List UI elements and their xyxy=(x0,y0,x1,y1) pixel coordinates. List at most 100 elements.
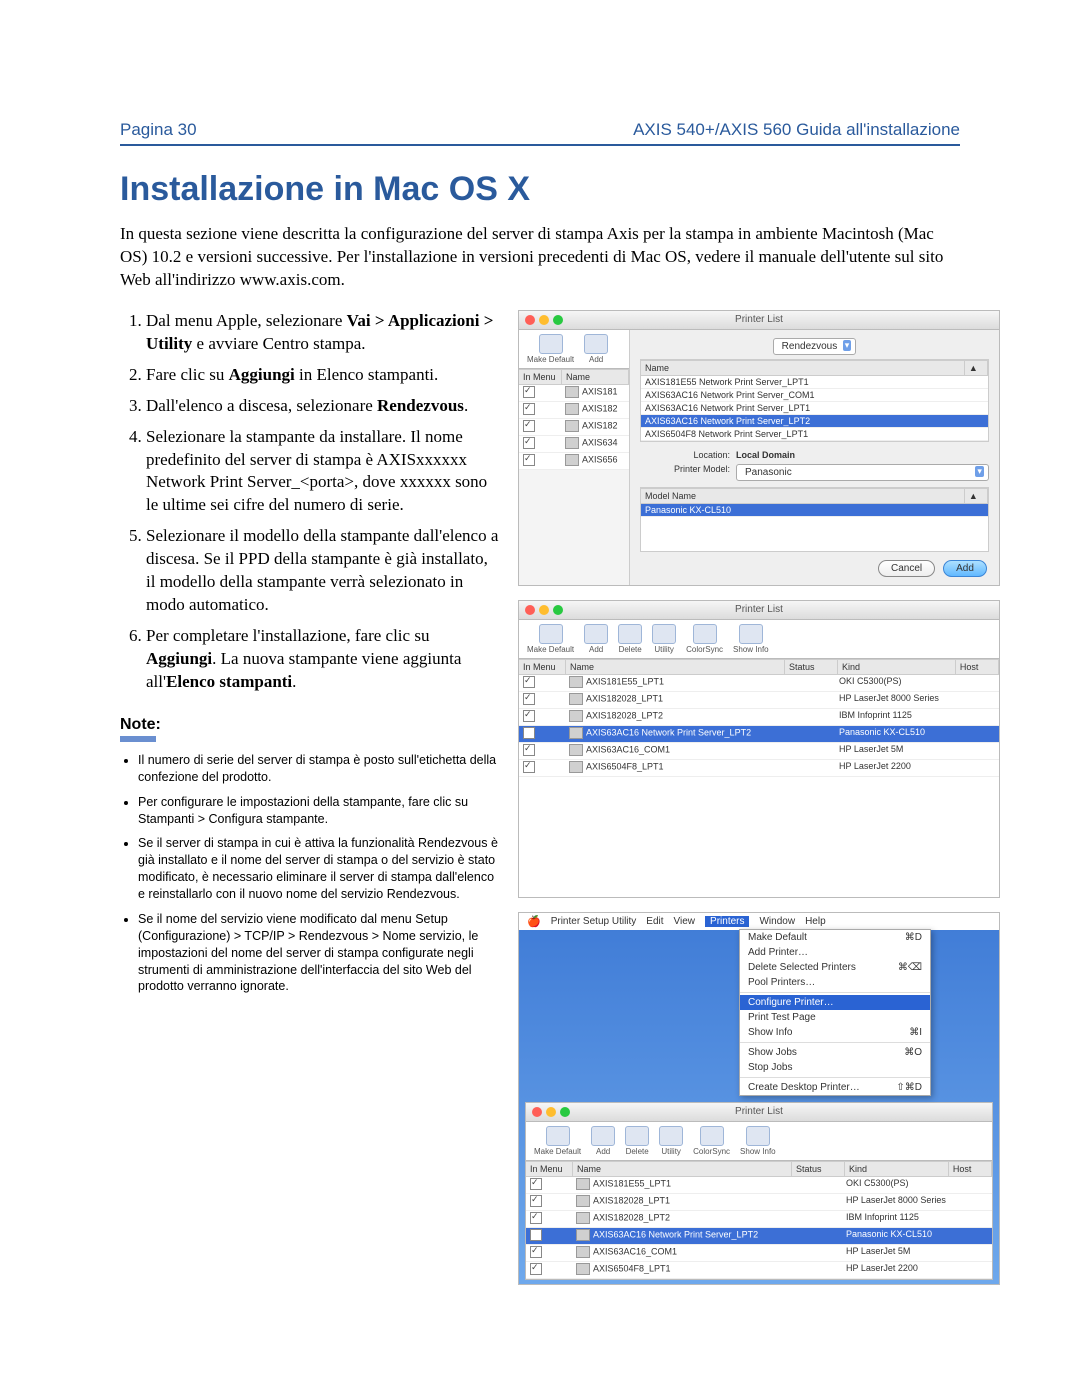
checkbox-icon[interactable] xyxy=(530,1195,542,1207)
menu-item[interactable]: View xyxy=(674,916,696,927)
table-row[interactable]: AXIS182028_LPT2IBM Infoprint 1125 xyxy=(526,1211,992,1228)
checkbox-icon[interactable] xyxy=(523,744,535,756)
discovery-select[interactable]: Rendezvous xyxy=(773,338,857,355)
menu-item[interactable]: Add Printer… xyxy=(740,945,930,960)
toolbar-icon[interactable] xyxy=(700,1126,724,1146)
minimize-icon[interactable] xyxy=(539,605,549,615)
printer-icon xyxy=(569,693,583,705)
checkbox-icon[interactable] xyxy=(523,693,535,705)
checkbox-icon[interactable] xyxy=(523,454,535,466)
toolbar-icon[interactable] xyxy=(652,624,676,644)
menu-item[interactable]: Stop Jobs xyxy=(740,1060,930,1075)
zoom-icon[interactable] xyxy=(553,605,563,615)
toolbar-icon[interactable] xyxy=(618,624,642,644)
window-title: Printer List xyxy=(735,1106,783,1117)
menu-item[interactable]: Show Jobs⌘O xyxy=(740,1045,930,1060)
list-item[interactable]: AXIS634 xyxy=(519,436,629,453)
window-title: Printer List xyxy=(735,314,783,325)
toolbar-icon[interactable] xyxy=(746,1126,770,1146)
table-row[interactable]: AXIS182028_LPT2IBM Infoprint 1125 xyxy=(519,709,999,726)
printer-icon xyxy=(576,1195,590,1207)
printer-icon xyxy=(576,1229,590,1241)
table-row[interactable]: AXIS181E55_LPT1OKI C5300(PS) xyxy=(526,1177,992,1194)
checkbox-icon[interactable] xyxy=(523,403,535,415)
note-item: Il numero di serie del server di stampa … xyxy=(138,752,500,786)
menu-item[interactable]: Help xyxy=(805,916,826,927)
list-item[interactable]: AXIS182 xyxy=(519,402,629,419)
table-row[interactable]: AXIS182028_LPT1HP LaserJet 8000 Series xyxy=(519,692,999,709)
toolbar-icon[interactable] xyxy=(659,1126,683,1146)
toolbar-icon[interactable] xyxy=(739,624,763,644)
checkbox-icon[interactable] xyxy=(523,420,535,432)
menu-item[interactable]: Create Desktop Printer…⇧⌘D xyxy=(740,1080,930,1095)
list-item[interactable]: AXIS181 xyxy=(519,385,629,402)
checkbox-icon[interactable] xyxy=(530,1263,542,1275)
table-row[interactable]: AXIS63AC16_COM1HP LaserJet 5M xyxy=(519,743,999,760)
table-row[interactable]: AXIS6504F8_LPT1HP LaserJet 2200 xyxy=(519,760,999,777)
screenshot-add-printer: Printer List Make DefaultAdd In MenuName… xyxy=(518,310,1000,586)
table-row[interactable]: AXIS63AC16_COM1HP LaserJet 5M xyxy=(526,1245,992,1262)
checkbox-icon[interactable] xyxy=(530,1246,542,1258)
apple-icon[interactable]: 🍎 xyxy=(527,915,541,928)
close-icon[interactable] xyxy=(525,315,535,325)
add-icon[interactable] xyxy=(584,334,608,354)
table-row[interactable]: AXIS181E55_LPT1OKI C5300(PS) xyxy=(519,675,999,692)
menu-item[interactable]: Show Info⌘I xyxy=(740,1025,930,1040)
checkbox-icon[interactable] xyxy=(523,710,535,722)
printer-icon xyxy=(569,710,583,722)
close-icon[interactable] xyxy=(532,1107,542,1117)
minimize-icon[interactable] xyxy=(546,1107,556,1117)
minimize-icon[interactable] xyxy=(539,315,549,325)
step-3: Dall'elenco a discesa, selezionare Rende… xyxy=(146,395,500,418)
checkbox-icon[interactable] xyxy=(523,386,535,398)
intro-text: In questa sezione viene descritta la con… xyxy=(120,223,960,292)
printer-icon xyxy=(576,1212,590,1224)
list-item[interactable]: AXIS6504F8 Network Print Server_LPT1 xyxy=(641,428,988,441)
page-number: Pagina 30 xyxy=(120,120,197,140)
toolbar-icon[interactable] xyxy=(584,624,608,644)
table-row[interactable]: AXIS63AC16 Network Print Server_LPT2Pana… xyxy=(519,726,999,743)
make-default-icon[interactable] xyxy=(539,334,563,354)
menu-item[interactable]: Delete Selected Printers⌘⌫ xyxy=(740,960,930,975)
list-item[interactable]: AXIS182 xyxy=(519,419,629,436)
printer-icon xyxy=(576,1246,590,1258)
menu-item[interactable]: Pool Printers… xyxy=(740,975,930,990)
printer-model-select[interactable]: Panasonic xyxy=(736,464,989,481)
list-item[interactable]: AXIS63AC16 Network Print Server_LPT2 xyxy=(641,415,988,428)
menu-item[interactable]: Printers xyxy=(705,916,749,927)
table-row[interactable]: AXIS182028_LPT1HP LaserJet 8000 Series xyxy=(526,1194,992,1211)
menu-item[interactable]: Configure Printer… xyxy=(740,995,930,1010)
list-item[interactable]: AXIS63AC16 Network Print Server_LPT1 xyxy=(641,402,988,415)
list-item[interactable]: AXIS63AC16 Network Print Server_COM1 xyxy=(641,389,988,402)
checkbox-icon[interactable] xyxy=(523,761,535,773)
list-item[interactable]: AXIS181E55 Network Print Server_LPT1 xyxy=(641,376,988,389)
checkbox-icon[interactable] xyxy=(530,1229,542,1241)
toolbar-icon[interactable] xyxy=(546,1126,570,1146)
list-item[interactable]: AXIS656 xyxy=(519,453,629,470)
menu-item[interactable]: Print Test Page xyxy=(740,1010,930,1025)
checkbox-icon[interactable] xyxy=(523,437,535,449)
checkbox-icon[interactable] xyxy=(530,1178,542,1190)
table-row[interactable]: AXIS63AC16 Network Print Server_LPT2Pana… xyxy=(526,1228,992,1245)
toolbar-icon[interactable] xyxy=(539,624,563,644)
table-row[interactable]: AXIS6504F8_LPT1HP LaserJet 2200 xyxy=(526,1262,992,1279)
menu-item[interactable]: Make Default⌘D xyxy=(740,930,930,945)
menu-item[interactable]: Printer Setup Utility xyxy=(551,916,637,927)
printer-icon xyxy=(569,744,583,756)
menu-item[interactable]: Edit xyxy=(646,916,663,927)
cancel-button[interactable]: Cancel xyxy=(878,560,935,577)
checkbox-icon[interactable] xyxy=(523,727,535,739)
toolbar-icon[interactable] xyxy=(591,1126,615,1146)
close-icon[interactable] xyxy=(525,605,535,615)
toolbar-icon[interactable] xyxy=(625,1126,649,1146)
printer-icon xyxy=(565,386,579,398)
checkbox-icon[interactable] xyxy=(523,676,535,688)
menu-item[interactable]: Window xyxy=(759,916,795,927)
add-button[interactable]: Add xyxy=(943,560,987,577)
zoom-icon[interactable] xyxy=(560,1107,570,1117)
zoom-icon[interactable] xyxy=(553,315,563,325)
toolbar-icon[interactable] xyxy=(693,624,717,644)
printer-icon xyxy=(576,1263,590,1275)
checkbox-icon[interactable] xyxy=(530,1212,542,1224)
model-row[interactable]: Panasonic KX-CL510 xyxy=(641,504,988,517)
